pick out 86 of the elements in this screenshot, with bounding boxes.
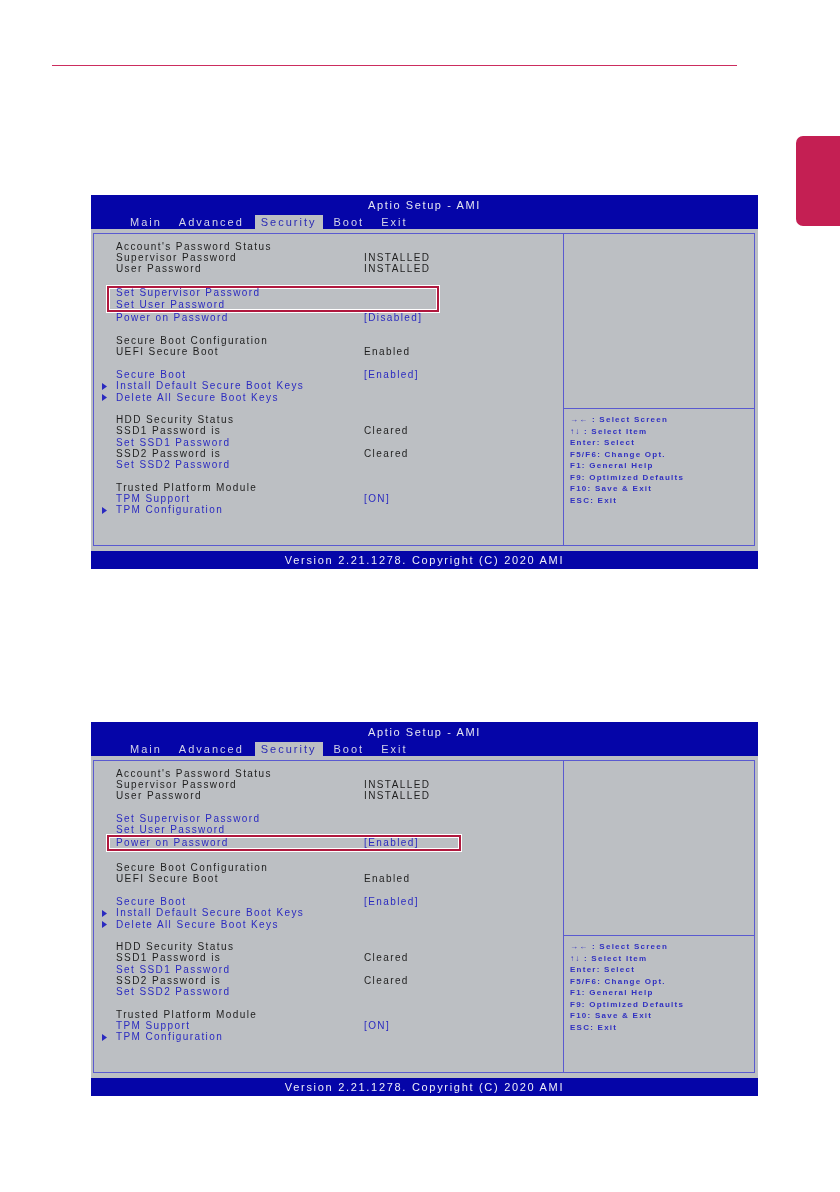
setting-label: Supervisor Password [116, 779, 238, 790]
window-title: Aptio Setup - AMI [368, 726, 481, 739]
menu-item[interactable]: Power on Password [116, 313, 229, 324]
setting-label: User Password [116, 264, 202, 275]
status-value: INSTALLED [364, 252, 431, 263]
status-value: Cleared [364, 953, 409, 964]
setting-label: SSD1 Password is [116, 426, 222, 437]
key-hint: F10: Save & Exit [570, 1010, 653, 1022]
key-hint: F9: Optimized Defaults [570, 471, 685, 483]
key-hint: ↑↓ : Select Item [570, 425, 648, 437]
submenu-item[interactable]: Install Default Secure Boot Keys [102, 908, 305, 919]
key-hint: F1: General Help [570, 460, 654, 472]
setting-label: Trusted Platform Module [116, 1009, 258, 1020]
option-value[interactable]: [Disabled] [364, 313, 423, 324]
menu-tab[interactable]: Advanced [172, 215, 250, 229]
setting-label: SSD2 Password is [116, 976, 222, 986]
setting-label: SSD1 Password is [116, 953, 222, 964]
submenu-item[interactable]: Delete All Secure Boot Keys [102, 392, 279, 403]
setting-label: SSD2 Password is [116, 449, 222, 459]
menu-item[interactable]: Set Supervisor Password [116, 813, 261, 824]
setting-label: Account's Password Status [116, 241, 272, 252]
key-hint: F5/F6: Change Opt. [570, 975, 666, 987]
key-hint: →← : Select Screen [570, 941, 669, 953]
menu-item[interactable]: Secure Boot [116, 896, 187, 907]
key-hint: F10: Save & Exit [570, 483, 653, 495]
menu-tab[interactable]: Exit [375, 215, 414, 229]
status-value: INSTALLED [364, 779, 431, 790]
key-hint: Enter: Select [570, 437, 636, 449]
option-value[interactable]: [ON] [364, 1021, 391, 1032]
key-hint: ESC: Exit [570, 494, 618, 506]
submenu-item[interactable]: Delete All Secure Boot Keys [102, 919, 279, 930]
menu-item[interactable]: Set SSD2 Password [116, 987, 231, 998]
menu-item[interactable]: Set Supervisor Password [116, 288, 261, 299]
menu-item[interactable]: TPM Support [116, 1021, 191, 1032]
menu-item[interactable]: Set SSD2 Password [116, 460, 231, 471]
menu-item[interactable]: TPM Support [116, 494, 191, 505]
triangle-icon [102, 506, 107, 514]
submenu-item[interactable]: TPM Configuration [102, 1032, 224, 1043]
menu-tab[interactable]: Security [254, 742, 323, 756]
setting-label: HDD Security Status [116, 942, 235, 953]
menu-item[interactable]: Set User Password [116, 825, 226, 836]
key-hint: ESC: Exit [570, 1021, 618, 1033]
option-value[interactable]: [Enabled] [364, 896, 419, 907]
status-value: Cleared [364, 449, 409, 459]
status-value: Enabled [364, 347, 411, 358]
key-hint: Enter: Select [570, 964, 636, 976]
menu-tab[interactable]: Boot [327, 215, 371, 229]
setting-label: User Password [116, 791, 202, 802]
submenu-item[interactable]: TPM Configuration [102, 505, 224, 516]
status-value: Enabled [364, 874, 411, 885]
submenu-item[interactable]: Install Default Secure Boot Keys [102, 381, 305, 392]
option-value[interactable]: [Enabled] [364, 369, 419, 380]
status-value: INSTALLED [364, 264, 431, 275]
setting-label: Supervisor Password [116, 252, 238, 263]
key-hint: F1: General Help [570, 987, 654, 999]
option-value[interactable]: [ON] [364, 494, 391, 505]
menu-item[interactable]: Set User Password [116, 299, 226, 310]
menu-tab[interactable]: Security [254, 215, 323, 229]
menu-item[interactable]: Set SSD1 Password [116, 964, 231, 975]
window-title: Aptio Setup - AMI [368, 199, 481, 212]
menu-item[interactable]: Secure Boot [116, 369, 187, 380]
setting-label: Secure Boot Configuration [116, 336, 269, 346]
key-hint: →← : Select Screen [570, 414, 669, 426]
status-value: INSTALLED [364, 791, 431, 802]
menu-tab[interactable]: Main [124, 215, 168, 229]
setting-label: Trusted Platform Module [116, 482, 258, 493]
menu-tab[interactable]: Exit [375, 742, 414, 756]
triangle-icon [102, 1033, 107, 1041]
menu-item[interactable]: Set SSD1 Password [116, 437, 231, 448]
setting-label: UEFI Secure Boot [116, 874, 219, 885]
menu-item[interactable]: Power on Password [116, 837, 229, 848]
status-value: Cleared [364, 976, 409, 986]
setting-label: Account's Password Status [116, 768, 272, 779]
key-hint: F9: Optimized Defaults [570, 998, 685, 1010]
copyright-text: Version 2.21.1278. Copyright (C) 2020 AMI [284, 553, 565, 567]
menu-tab[interactable]: Main [124, 742, 168, 756]
option-value[interactable]: [Enabled] [364, 837, 419, 848]
status-value: Cleared [364, 426, 409, 437]
setting-label: UEFI Secure Boot [116, 347, 219, 358]
copyright-text: Version 2.21.1278. Copyright (C) 2020 AMI [284, 1080, 565, 1094]
menu-tab[interactable]: Advanced [172, 742, 250, 756]
setting-label: HDD Security Status [116, 415, 235, 426]
key-hint: ↑↓ : Select Item [570, 952, 648, 964]
menu-tab[interactable]: Boot [327, 742, 371, 756]
setting-label: Secure Boot Configuration [116, 863, 269, 873]
key-hint: F5/F6: Change Opt. [570, 448, 666, 460]
